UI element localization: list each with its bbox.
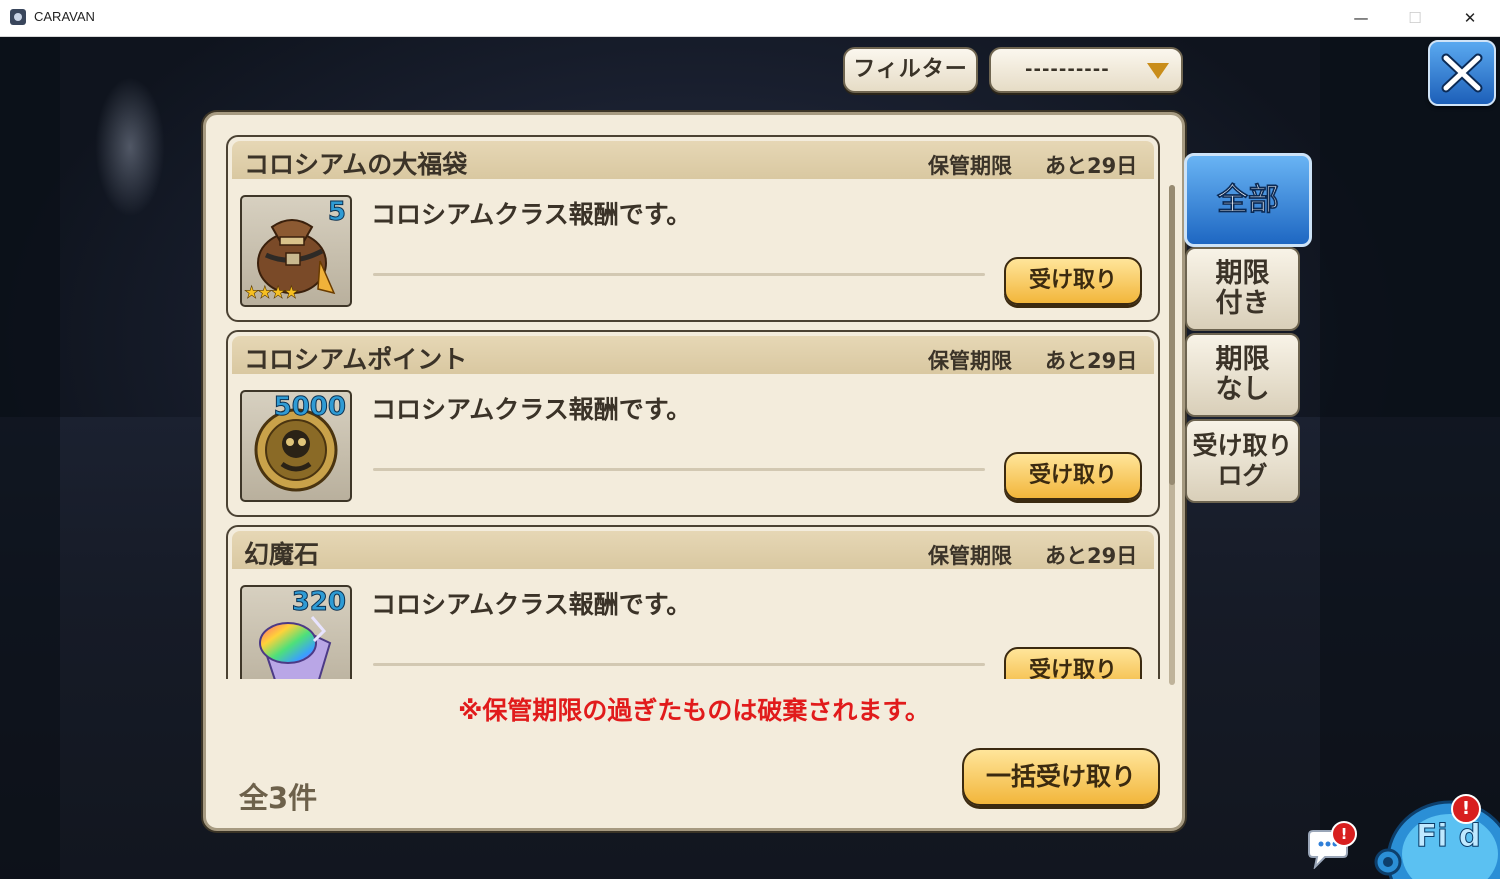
rarity-stars-icon: ★★★★ bbox=[244, 283, 300, 304]
tab-label: 期限 bbox=[1215, 344, 1270, 375]
item-description: コロシアムクラス報酬です。 bbox=[371, 395, 692, 424]
filter-button[interactable]: フィルター bbox=[843, 47, 978, 93]
window-close-button[interactable]: ✕ bbox=[1447, 0, 1493, 36]
close-button[interactable] bbox=[1428, 40, 1496, 106]
item-thumbnail: 320 bbox=[240, 585, 352, 679]
tab-label: 全部 bbox=[1217, 182, 1280, 218]
notification-badge: ! bbox=[1451, 794, 1481, 824]
item-count: 320 bbox=[291, 587, 346, 618]
total-count: 全3件 bbox=[239, 781, 318, 815]
present-box-panel: コロシアムの大福袋 保管期限 あと29日 5 ★★★★ コロシアムクラス報酬です… bbox=[203, 112, 1185, 831]
tab-label: なし bbox=[1215, 374, 1270, 405]
item-description: コロシアムクラス報酬です。 bbox=[371, 200, 692, 229]
close-icon bbox=[1441, 53, 1483, 93]
item-header: コロシアムポイント 保管期限 あと29日 bbox=[232, 336, 1154, 374]
filter-selected-value: ---------- bbox=[1025, 59, 1110, 80]
expiry-label: 保管期限 bbox=[928, 154, 1012, 178]
item-title: コロシアムポイント bbox=[244, 345, 468, 374]
tab-label: 付き bbox=[1215, 288, 1270, 319]
notification-badge: ! bbox=[1331, 821, 1357, 847]
expiry-value: あと29日 bbox=[1045, 154, 1138, 178]
claim-button[interactable]: 受け取り bbox=[1004, 647, 1142, 679]
item-header: 幻魔石 保管期限 あと29日 bbox=[232, 531, 1154, 569]
item-header: コロシアムの大福袋 保管期限 あと29日 bbox=[232, 141, 1154, 179]
expiry-warning: ※保管期限の過ぎたものは破棄されます。 bbox=[458, 696, 930, 725]
expiry-value: あと29日 bbox=[1045, 544, 1138, 568]
item-title: 幻魔石 bbox=[244, 540, 320, 569]
window-titlebar: CARAVAN — ☐ ✕ bbox=[0, 0, 1500, 37]
expiry-label: 保管期限 bbox=[928, 349, 1012, 373]
expiry-label: 保管期限 bbox=[928, 544, 1012, 568]
item-description: コロシアムクラス報酬です。 bbox=[371, 590, 692, 619]
divider bbox=[373, 468, 985, 471]
item-count: 5 bbox=[327, 197, 346, 228]
background-pillar bbox=[0, 37, 60, 879]
item-thumbnail: 5000 bbox=[240, 390, 352, 502]
tab-label: 受け取り bbox=[1192, 431, 1293, 460]
item-thumbnail: 5 ★★★★ bbox=[240, 195, 352, 307]
item-count: 5000 bbox=[273, 392, 346, 423]
minimize-button[interactable]: — bbox=[1338, 0, 1384, 36]
tab-label: ログ bbox=[1217, 461, 1268, 490]
list-item: コロシアムポイント 保管期限 あと29日 5000 コロシアムクラス報酬です。 … bbox=[226, 330, 1160, 517]
mascot-label: Fi d bbox=[1416, 818, 1482, 855]
list-item: 幻魔石 保管期限 あと29日 320 コロシアムクラス報酬です。 受け取り bbox=[226, 525, 1160, 679]
tab-all[interactable]: 全部 bbox=[1184, 153, 1312, 247]
expiry-value: あと29日 bbox=[1045, 349, 1138, 373]
filter-dropdown[interactable]: ---------- bbox=[989, 47, 1183, 93]
game-scene: フィルター ---------- コロシアムの大福袋 保管期限 あと29日 5 … bbox=[0, 37, 1500, 879]
background-pillar bbox=[1320, 37, 1500, 879]
window-title: CARAVAN bbox=[34, 9, 95, 24]
maximize-button: ☐ bbox=[1408, 9, 1422, 27]
item-title: コロシアムの大福袋 bbox=[244, 150, 468, 179]
tab-no-expiry[interactable]: 期限 なし bbox=[1185, 333, 1300, 417]
tab-label: 期限 bbox=[1215, 258, 1270, 289]
chat-icon[interactable]: ! bbox=[1305, 821, 1357, 871]
divider bbox=[373, 663, 985, 666]
claim-button[interactable]: 受け取り bbox=[1004, 257, 1142, 305]
claim-button[interactable]: 受け取り bbox=[1004, 452, 1142, 500]
chevron-down-icon bbox=[1147, 63, 1169, 79]
list-item: コロシアムの大福袋 保管期限 あと29日 5 ★★★★ コロシアムクラス報酬です… bbox=[226, 135, 1160, 322]
scrollbar-thumb[interactable] bbox=[1169, 185, 1175, 485]
claim-all-button[interactable]: 一括受け取り bbox=[962, 748, 1160, 806]
divider bbox=[373, 273, 985, 276]
app-icon bbox=[10, 9, 26, 25]
background-light bbox=[95, 77, 165, 217]
tab-receive-log[interactable]: 受け取り ログ bbox=[1185, 419, 1300, 503]
tab-with-expiry[interactable]: 期限 付き bbox=[1185, 247, 1300, 331]
item-list[interactable]: コロシアムの大福袋 保管期限 あと29日 5 ★★★★ コロシアムクラス報酬です… bbox=[226, 135, 1162, 679]
